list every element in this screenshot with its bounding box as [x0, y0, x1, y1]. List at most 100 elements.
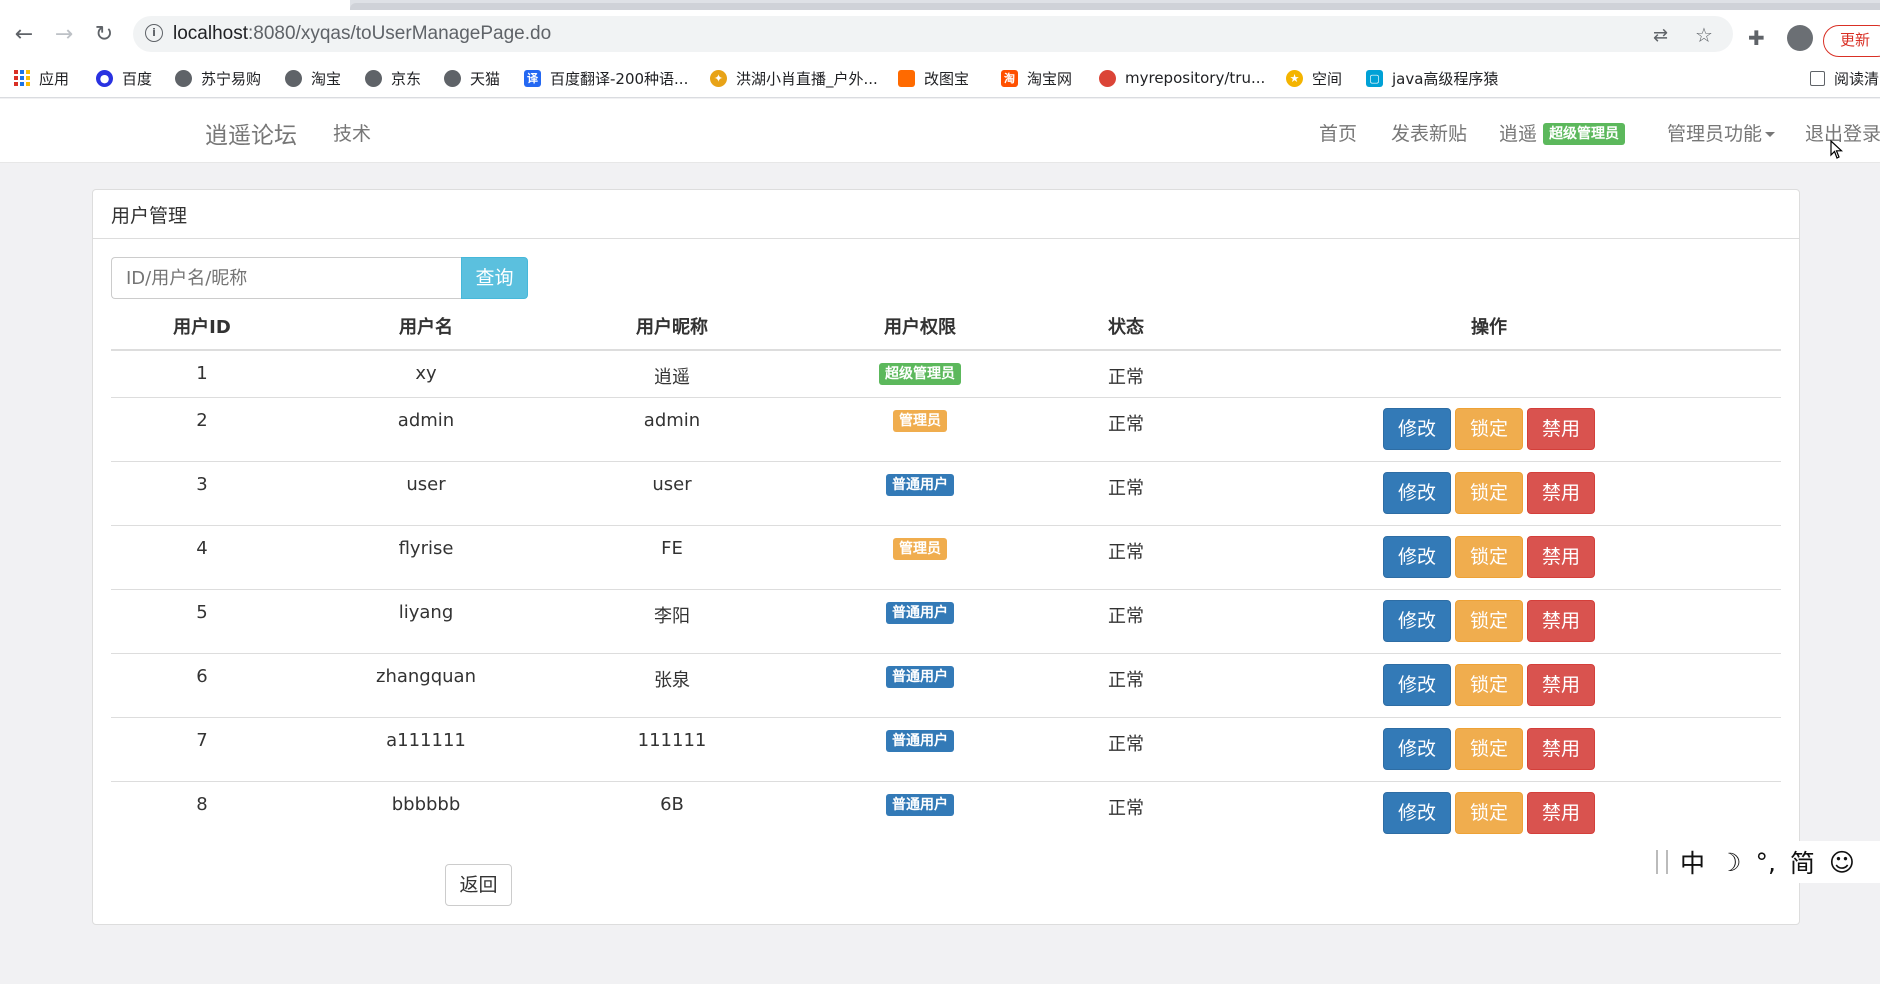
- edit-button[interactable]: 修改: [1383, 663, 1451, 706]
- bookmark-jd[interactable]: 京东: [365, 66, 421, 90]
- browser-tabstrip: [0, 0, 1880, 10]
- bookmark-honghu[interactable]: ✦ 洪湖小肖直播_户外...: [710, 66, 878, 90]
- address-bar[interactable]: i localhost:8080/xyqas/toUserManagePage.…: [133, 16, 1733, 52]
- nav-admin-menu[interactable]: 管理员功能: [1667, 119, 1776, 146]
- chrome-icon: [1099, 69, 1116, 87]
- cell-actions: 修改 锁定 禁用: [1197, 652, 1781, 717]
- lock-button[interactable]: 锁定: [1455, 727, 1523, 770]
- lock-button[interactable]: 锁定: [1455, 791, 1523, 834]
- bookmark-star-icon[interactable]: ☆: [1695, 23, 1713, 47]
- qzone-icon: ★: [1286, 69, 1303, 87]
- ime-emoji-icon[interactable]: ☺: [1829, 848, 1855, 877]
- globe-icon: [444, 69, 461, 87]
- ime-drag-handle[interactable]: [1656, 850, 1668, 874]
- bookmark-gaitubao[interactable]: 改图宝: [898, 66, 969, 90]
- update-button[interactable]: 更新: [1823, 25, 1880, 57]
- ime-punctuation-toggle[interactable]: °,: [1755, 848, 1775, 877]
- nav-home[interactable]: 首页: [1319, 119, 1357, 146]
- ban-button[interactable]: 禁用: [1527, 471, 1595, 514]
- cell-username: a111111: [293, 716, 559, 781]
- edit-button[interactable]: 修改: [1383, 727, 1451, 770]
- bookmark-suning[interactable]: 苏宁易购: [175, 66, 261, 90]
- edit-button[interactable]: 修改: [1383, 407, 1451, 450]
- bookmark-qzone[interactable]: ★ 空间: [1286, 66, 1342, 90]
- lock-button[interactable]: 锁定: [1455, 535, 1523, 578]
- cell-role: 普通用户: [785, 652, 1055, 717]
- role-badge: 普通用户: [886, 601, 954, 624]
- search-button[interactable]: 查询: [461, 257, 528, 299]
- site-info-icon[interactable]: i: [145, 24, 163, 42]
- nav-tech[interactable]: 技术: [333, 119, 371, 146]
- bookmark-label: 百度: [122, 69, 153, 88]
- table-row: 4 flyrise FE 管理员 正常 修改 锁定 禁用: [111, 524, 1781, 589]
- role-badge: 管理员: [893, 537, 947, 560]
- bookmark-baidu-translate[interactable]: 译百度翻译-200种语...: [524, 66, 688, 90]
- bookmark-tmall[interactable]: 天猫: [444, 66, 500, 90]
- bookmark-label: 改图宝: [924, 69, 970, 88]
- extensions-puzzle-icon[interactable]: ✚: [1748, 26, 1765, 50]
- ime-moon-icon[interactable]: ☽: [1719, 848, 1741, 877]
- ban-button[interactable]: 禁用: [1527, 599, 1595, 642]
- nav-user[interactable]: 逍遥 超级管理员: [1499, 119, 1626, 146]
- back-button[interactable]: 返回: [445, 864, 512, 906]
- ban-button[interactable]: 禁用: [1527, 663, 1595, 706]
- cell-nickname: 6B: [559, 780, 785, 845]
- role-badge: 管理员: [893, 409, 947, 432]
- back-arrow-icon[interactable]: ←: [10, 20, 38, 48]
- ban-button[interactable]: 禁用: [1527, 791, 1595, 834]
- apps-grid-icon: [14, 69, 30, 87]
- browser-tab-active[interactable]: [0, 0, 350, 10]
- bookmark-taobao-net[interactable]: 淘淘宝网: [1001, 66, 1072, 90]
- cell-username: zhangquan: [293, 652, 559, 717]
- bookmark-label: 洪湖小肖直播_户外...: [736, 69, 878, 88]
- cell-actions: [1197, 349, 1781, 397]
- edit-button[interactable]: 修改: [1383, 791, 1451, 834]
- role-badge: 普通用户: [886, 473, 954, 496]
- translate-icon[interactable]: ⇄: [1653, 25, 1668, 46]
- nav-new-post[interactable]: 发表新贴: [1391, 119, 1467, 146]
- nav-username: 逍遥: [1499, 123, 1538, 145]
- bookmark-baidu[interactable]: ● 百度: [96, 66, 152, 90]
- edit-button[interactable]: 修改: [1383, 599, 1451, 642]
- ban-button[interactable]: 禁用: [1527, 535, 1595, 578]
- bookmark-java[interactable]: ▢ java高级程序猿: [1366, 66, 1498, 90]
- bookmark-label: myrepository/tru...: [1125, 69, 1266, 87]
- gaitubao-icon: [898, 69, 915, 87]
- edit-button[interactable]: 修改: [1383, 471, 1451, 514]
- panel-title: 用户管理: [93, 190, 1799, 239]
- bookmark-myrepository[interactable]: myrepository/tru...: [1099, 66, 1265, 90]
- lock-button[interactable]: 锁定: [1455, 407, 1523, 450]
- baidu-paw-icon: ●: [96, 69, 113, 87]
- header-role: 用户权限: [785, 302, 1055, 351]
- lock-button[interactable]: 锁定: [1455, 471, 1523, 514]
- cell-actions: 修改 锁定 禁用: [1197, 460, 1781, 525]
- cell-user-id: 6: [111, 652, 293, 717]
- bookmark-label: 阅读清: [1834, 69, 1880, 88]
- cell-status: 正常: [1055, 349, 1197, 397]
- address-url[interactable]: localhost:8080/xyqas/toUserManagePage.do: [173, 23, 551, 45]
- ime-script-toggle[interactable]: 简: [1790, 844, 1815, 880]
- profile-avatar-icon[interactable]: [1787, 25, 1813, 51]
- role-badge: 普通用户: [886, 665, 954, 688]
- forward-arrow-icon[interactable]: →: [50, 20, 78, 48]
- cell-status: 正常: [1055, 780, 1197, 845]
- bookmark-taobao[interactable]: 淘宝: [285, 66, 341, 90]
- cell-actions: 修改 锁定 禁用: [1197, 780, 1781, 845]
- ban-button[interactable]: 禁用: [1527, 727, 1595, 770]
- cell-user-id: 8: [111, 780, 293, 845]
- ban-button[interactable]: 禁用: [1527, 407, 1595, 450]
- bookmark-reading-list[interactable]: 阅读清: [1810, 66, 1879, 90]
- lock-button[interactable]: 锁定: [1455, 599, 1523, 642]
- bookmark-apps[interactable]: 应用: [14, 66, 69, 90]
- user-table: 用户ID 用户名 用户昵称 用户权限 状态 操作 1 xy 逍遥 超级管理员 正…: [111, 302, 1781, 845]
- edit-button[interactable]: 修改: [1383, 535, 1451, 578]
- reload-icon[interactable]: ↻: [90, 20, 118, 48]
- cell-role: 管理员: [785, 524, 1055, 589]
- search-input[interactable]: [111, 257, 461, 299]
- lock-button[interactable]: 锁定: [1455, 663, 1523, 706]
- site-brand[interactable]: 逍遥论坛: [205, 116, 297, 150]
- mouse-cursor-icon: [1830, 140, 1844, 159]
- ime-language-toggle[interactable]: 中: [1680, 844, 1705, 880]
- bookmark-label: 应用: [39, 69, 70, 88]
- bilibili-tv-icon: ▢: [1366, 69, 1383, 87]
